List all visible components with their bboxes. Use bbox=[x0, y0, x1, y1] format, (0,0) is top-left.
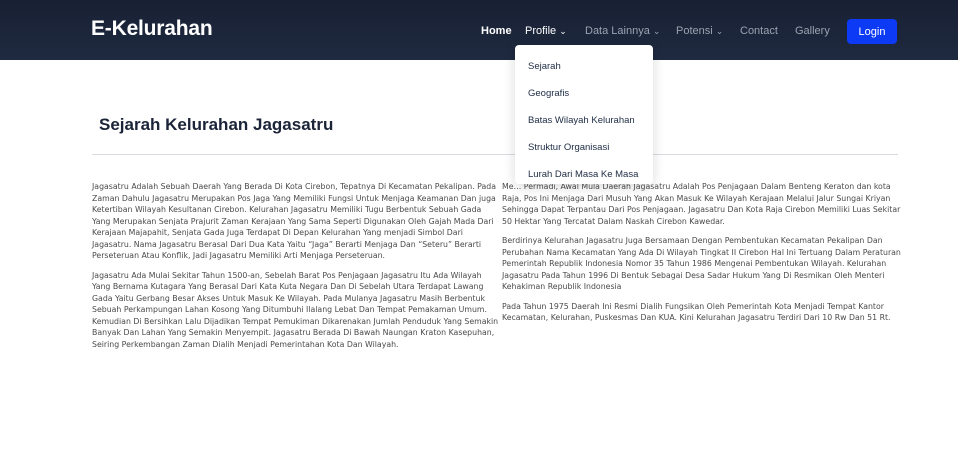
paragraph: Jagasatru Adalah Sebuah Daerah Yang Bera… bbox=[92, 182, 497, 260]
dropdown-item-geografis[interactable]: Geografis bbox=[528, 88, 569, 99]
nav-potensi[interactable]: Potensi ⌄ bbox=[676, 25, 723, 37]
dropdown-item-batas-wilayah[interactable]: Batas Wilayah Kelurahan bbox=[528, 115, 635, 126]
dropdown-item-lurah[interactable]: Lurah Dari Masa Ke Masa bbox=[528, 169, 638, 180]
paragraph: Pada Tahun 1975 Daerah Ini Resmi Dialih … bbox=[502, 301, 891, 323]
chevron-down-icon: ⌄ bbox=[652, 26, 661, 36]
page-title: Sejarah Kelurahan Jagasatru bbox=[99, 115, 334, 134]
chevron-down-icon: ⌄ bbox=[559, 26, 567, 36]
dropdown-item-struktur-organisasi[interactable]: Struktur Organisasi bbox=[528, 142, 609, 153]
paragraph: Me… Permadi, Awal Mula Daerah Jagasatru … bbox=[502, 182, 901, 226]
nav-gallery[interactable]: Gallery bbox=[795, 25, 830, 37]
nav-potensi-label: Potensi bbox=[676, 25, 713, 37]
nav-data-lainnya[interactable]: Data Lainnya ⌄ bbox=[585, 25, 660, 37]
profile-dropdown-menu: Sejarah Geografis Batas Wilayah Keluraha… bbox=[515, 45, 653, 184]
chevron-down-icon: ⌄ bbox=[715, 26, 724, 36]
nav-data-lainnya-label: Data Lainnya bbox=[585, 25, 650, 37]
paragraph: Jagasatru Ada Mulai Sekitar Tahun 1500-a… bbox=[92, 270, 499, 349]
dropdown-item-sejarah[interactable]: Sejarah bbox=[528, 61, 561, 72]
brand-logo[interactable]: E-Kelurahan bbox=[91, 17, 213, 41]
title-divider bbox=[92, 154, 898, 155]
right-content-column: Me… Permadi, Awal Mula Daerah Jagasatru … bbox=[502, 181, 902, 332]
nav-profile[interactable]: Profile ⌄ bbox=[525, 25, 567, 37]
navbar: E-Kelurahan Home Profile ⌄ Data Lainnya ⌄ … bbox=[0, 0, 958, 60]
paragraph: Berdirinya Kelurahan Jagasatru Juga Bers… bbox=[502, 236, 901, 291]
login-button[interactable]: Login bbox=[847, 19, 897, 44]
nav-home[interactable]: Home bbox=[481, 25, 512, 37]
nav-contact[interactable]: Contact bbox=[740, 25, 778, 37]
left-content-column: Jagasatru Adalah Sebuah Daerah Yang Bera… bbox=[92, 181, 500, 358]
nav-profile-label: Profile bbox=[525, 25, 557, 37]
